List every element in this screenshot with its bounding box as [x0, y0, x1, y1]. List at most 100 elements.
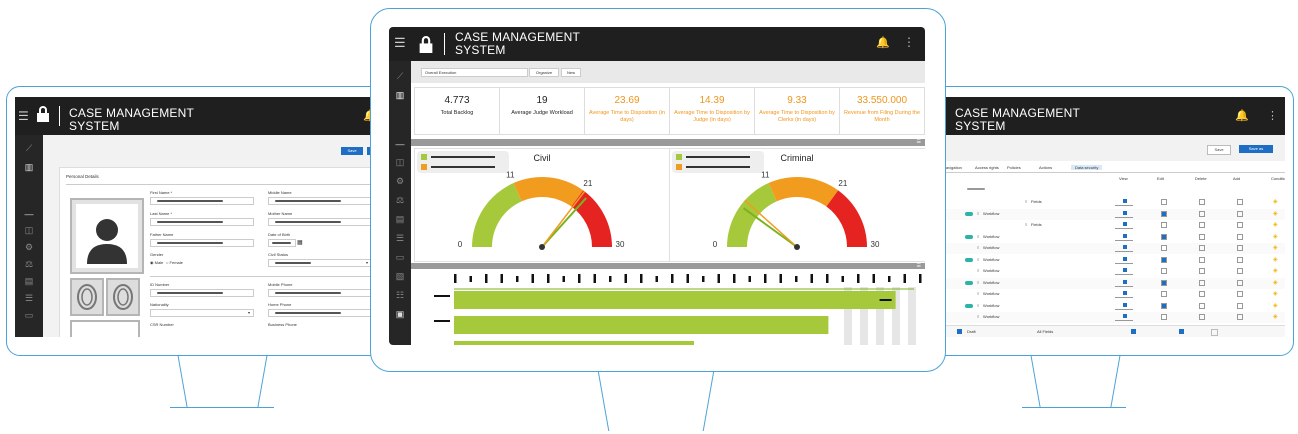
menu-icon[interactable]: ☰ [18, 109, 29, 123]
edit-checkbox[interactable] [1161, 245, 1167, 251]
table-row[interactable]: ≡ Workflow ◈ [933, 243, 1285, 254]
chat-icon[interactable]: ▣ [389, 309, 411, 320]
report-icon[interactable]: ▧ [389, 271, 411, 282]
save-button[interactable]: Save [1207, 145, 1231, 155]
slider-track[interactable] [1115, 320, 1133, 321]
gear-icon[interactable]: ⚙ [389, 176, 411, 187]
edit-checkbox[interactable] [1161, 302, 1167, 309]
menu-icon[interactable]: ☰ [394, 35, 406, 51]
condition-icon[interactable]: ◈ [1273, 290, 1278, 297]
tab-access-rights[interactable]: Access rights [975, 165, 999, 170]
slider-track[interactable] [1115, 297, 1133, 298]
condition-icon[interactable]: ◈ [1273, 256, 1278, 263]
more-icon[interactable]: ⋮ [903, 35, 915, 49]
shield-icon[interactable]: ◫ [389, 157, 411, 168]
signature-box[interactable] [70, 320, 140, 337]
add-checkbox[interactable] [1237, 302, 1243, 309]
toggle[interactable] [965, 303, 973, 308]
add-checkbox[interactable] [1237, 279, 1243, 286]
view-checkbox[interactable] [1123, 314, 1127, 318]
gender-radio-female[interactable]: ○ Female [166, 260, 183, 265]
gear-icon[interactable]: ⚙ [15, 242, 43, 253]
condition-icon[interactable]: ◈ [1273, 279, 1278, 286]
calendar-icon[interactable]: ▦ [297, 239, 303, 246]
document-icon[interactable]: ▤ [389, 214, 411, 225]
checkbox[interactable] [957, 329, 962, 334]
edit-checkbox[interactable] [1161, 222, 1167, 228]
save-as-button[interactable]: Save as [1239, 145, 1273, 153]
new-button[interactable]: New [561, 68, 581, 77]
delete-checkbox[interactable] [1199, 245, 1205, 251]
slider-track[interactable] [1115, 228, 1133, 229]
slider-track[interactable] [1115, 251, 1133, 252]
add-checkbox[interactable] [1237, 314, 1243, 320]
checkbox[interactable] [1211, 329, 1218, 336]
column-header[interactable]: Edit [1157, 176, 1164, 181]
middle-name-input[interactable] [268, 197, 372, 205]
edit-checkbox[interactable] [1161, 314, 1167, 320]
condition-icon[interactable]: ◈ [1273, 221, 1278, 228]
edit-checkbox[interactable] [1161, 279, 1167, 286]
condition-icon[interactable]: ◈ [1273, 210, 1278, 217]
view-checkbox[interactable] [1123, 222, 1127, 226]
table-row[interactable]: ≡ Workflow ◈ [933, 208, 1285, 220]
tab-policies[interactable]: Policies [1007, 165, 1021, 170]
table-row[interactable]: ≡ Workflow ◈ [933, 266, 1285, 277]
table-row[interactable]: ≡ Fields ◈ [933, 220, 1285, 231]
database-icon[interactable]: ☰ [389, 233, 411, 244]
condition-icon[interactable]: ◈ [1273, 302, 1278, 309]
edit-checkbox[interactable] [1161, 256, 1167, 263]
bell-icon[interactable]: 🔔 [1235, 109, 1249, 122]
slider-track[interactable] [1115, 262, 1133, 264]
nationality-select[interactable]: ▾ [150, 309, 254, 317]
delete-checkbox[interactable] [1199, 291, 1205, 297]
toggle[interactable] [965, 257, 973, 262]
checkbox[interactable] [1131, 329, 1136, 334]
add-checkbox[interactable] [1237, 199, 1243, 205]
table-row[interactable]: ≡ Workflow ◈ [933, 301, 1285, 312]
table-row[interactable]: ≡ Workflow ◈ [933, 289, 1285, 300]
delete-checkbox[interactable] [1199, 210, 1205, 217]
bar-chart-icon[interactable]: ▥ [15, 162, 43, 173]
mother-name-input[interactable] [268, 218, 372, 226]
delete-checkbox[interactable] [1199, 233, 1205, 240]
table-row[interactable]: ≡ Workflow ◈ [933, 255, 1285, 266]
panel-menu-icon[interactable]: ☰ [917, 263, 921, 269]
condition-icon[interactable]: ◈ [1273, 233, 1278, 240]
edit-checkbox[interactable] [1161, 291, 1167, 297]
kpi-card[interactable]: 9.33 Average Time to Disposition by Clerk… [754, 87, 840, 135]
column-header[interactable]: Delete [1195, 176, 1207, 181]
fingerprint-left[interactable] [70, 278, 104, 316]
condition-icon[interactable]: ◈ [1273, 313, 1278, 320]
kpi-card[interactable]: 14.39 Average Time to Disposition by Judg… [669, 87, 755, 135]
more-icon[interactable]: ⋮ [1267, 109, 1278, 122]
view-checkbox[interactable] [1123, 279, 1127, 284]
document-icon[interactable]: ▤ [15, 276, 43, 287]
add-checkbox[interactable] [1237, 233, 1243, 240]
tab-data-security[interactable]: Data security [1071, 165, 1103, 170]
toggle[interactable] [965, 211, 973, 216]
delete-checkbox[interactable] [1199, 279, 1205, 286]
scale-icon[interactable]: ⚖ [389, 195, 411, 206]
add-checkbox[interactable] [1237, 245, 1243, 251]
delete-checkbox[interactable] [1199, 268, 1205, 274]
column-header[interactable]: Conditions [1271, 176, 1285, 181]
column-header[interactable]: View [1119, 176, 1128, 181]
edit-checkbox[interactable] [1161, 233, 1167, 240]
view-checkbox[interactable] [1123, 268, 1127, 272]
home-phone-input[interactable] [268, 309, 372, 317]
slider-track[interactable] [1115, 285, 1133, 287]
slider-track[interactable] [1115, 239, 1133, 241]
table-row[interactable]: ≡ Fields ◈ [933, 197, 1285, 208]
view-checkbox[interactable] [1123, 302, 1127, 307]
edit-checkbox[interactable] [1161, 210, 1167, 217]
kpi-card[interactable]: 19 Average Judge Workload [499, 87, 585, 135]
father-name-input[interactable] [150, 239, 254, 247]
view-checkbox[interactable] [1123, 233, 1127, 238]
delete-checkbox[interactable] [1199, 199, 1205, 205]
table-row[interactable]: ≡ Workflow ◈ [933, 277, 1285, 289]
condition-icon[interactable]: ◈ [1273, 244, 1278, 251]
add-checkbox[interactable] [1237, 222, 1243, 228]
filter-select[interactable]: Overall Execution [421, 68, 528, 77]
edit-checkbox[interactable] [1161, 268, 1167, 274]
